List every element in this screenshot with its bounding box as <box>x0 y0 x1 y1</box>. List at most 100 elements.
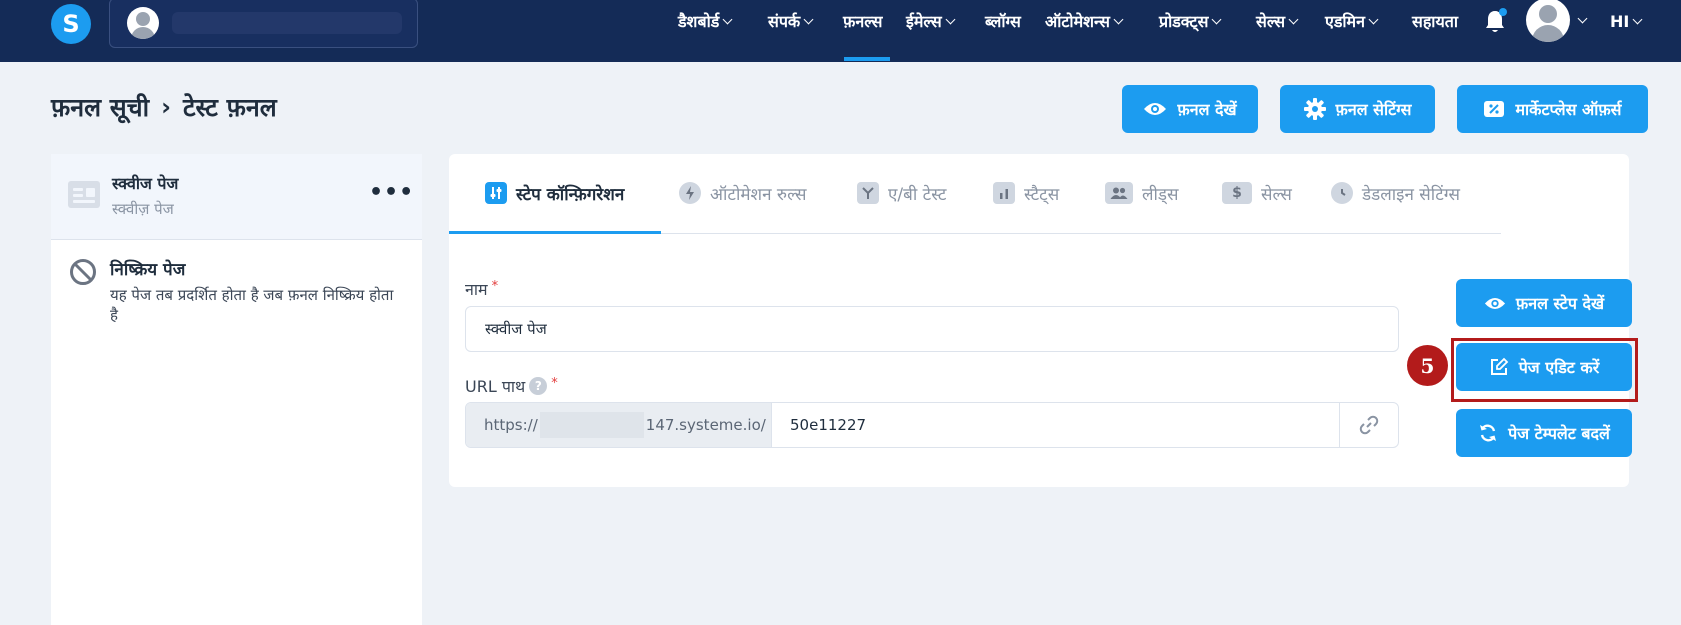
tab-leads[interactable]: लीड्स <box>1105 181 1179 205</box>
url-path-label: URL पाथ ? * <box>465 375 558 397</box>
nav-label: ऑटोमेशन्स <box>1045 12 1110 31</box>
dollar-icon: $ <box>1222 182 1252 204</box>
chevron-down-icon <box>803 14 814 24</box>
tab-sales[interactable]: $ सेल्स <box>1222 181 1292 205</box>
nav-item-sales[interactable]: सेल्स <box>1256 10 1299 32</box>
user-avatar[interactable] <box>1526 0 1570 42</box>
breadcrumb-funnel-list[interactable]: फ़नल सूची <box>51 90 149 124</box>
step-tabs: स्टेप कॉन्फ़िगरेशन ऑटोमेशन रुल्स ए/बी टे… <box>449 154 1501 234</box>
view-funnel-label: फ़नल देखें <box>1177 100 1237 119</box>
name-input-value: स्क्वीज पेज <box>485 320 547 338</box>
users-icon <box>1105 182 1133 204</box>
breadcrumb-current-funnel: टेस्ट फ़नल <box>182 93 277 122</box>
step-highlight-box <box>1451 338 1638 402</box>
nav-label: डैशबोर्ड <box>678 12 720 31</box>
step-config-panel: स्टेप कॉन्फ़िगरेशन ऑटोमेशन रुल्स ए/बी टे… <box>449 154 1629 487</box>
change-page-template-label: पेज टेम्पलेट बदलें <box>1508 424 1610 443</box>
funnel-steps-panel: स्क्वीज पेज स्क्वीज़ पेज ••• निष्क्रिय प… <box>51 154 422 625</box>
main-nav: डैशबोर्ड संपर्क फ़नल्स ईमेल्स ब्लॉग्स ऑट… <box>0 0 1681 62</box>
nav-active-indicator <box>844 57 890 61</box>
eye-icon <box>1484 297 1505 309</box>
nav-label: प्रोडक्ट्स <box>1159 12 1209 31</box>
url-prefix-protocol: https:// <box>484 416 538 434</box>
marketplace-offers-button[interactable]: मार्केटप्लेस ऑफ़र्स <box>1457 85 1648 133</box>
nav-item-automations[interactable]: ऑटोमेशन्स <box>1045 10 1124 32</box>
chevron-down-icon <box>945 14 956 24</box>
tab-label: स्टैट्स <box>1024 184 1060 205</box>
nav-item-dashboard[interactable]: डैशबोर्ड <box>678 10 733 32</box>
funnel-settings-label: फ़नल सेटिंग्स <box>1335 100 1412 119</box>
url-subdomain-redacted <box>539 412 644 438</box>
step-title: स्क्वीज पेज <box>112 174 179 193</box>
name-label-text: नाम <box>465 280 488 299</box>
nav-item-emails[interactable]: ईमेल्स <box>906 10 956 32</box>
view-funnel-button[interactable]: फ़नल देखें <box>1122 85 1258 133</box>
link-icon <box>1359 415 1379 435</box>
split-icon <box>857 182 879 204</box>
nav-item-blogs[interactable]: ब्लॉग्स <box>985 10 1021 32</box>
tab-stats[interactable]: स्टैट्स <box>993 181 1059 205</box>
language-label: HI <box>1610 11 1630 31</box>
name-field-label: नाम * <box>465 278 498 300</box>
nav-item-help[interactable]: सहायता <box>1412 10 1458 32</box>
bar-chart-icon <box>993 182 1015 204</box>
ban-icon <box>70 259 96 285</box>
change-page-template-button[interactable]: पेज टेम्पलेट बदलें <box>1456 409 1632 457</box>
marketplace-offers-label: मार्केटप्लेस ऑफ़र्स <box>1515 100 1622 119</box>
tab-deadline-settings[interactable]: डेडलाइन सेटिंग्स <box>1331 181 1460 205</box>
top-navbar: S डैशबोर्ड संपर्क फ़नल्स ईमेल्स ब्लॉग्स … <box>0 0 1681 62</box>
tab-label: लीड्स <box>1142 184 1179 205</box>
bolt-icon <box>679 182 701 204</box>
help-icon[interactable]: ? <box>529 377 548 395</box>
tab-step-configuration[interactable]: स्टेप कॉन्फ़िगरेशन <box>485 181 624 205</box>
nav-label: सेल्स <box>1256 12 1286 31</box>
nav-item-products[interactable]: प्रोडक्ट्स <box>1159 10 1222 32</box>
inactive-page-description: यह पेज तब प्रदर्शित होता है जब फ़नल निष्… <box>110 286 394 324</box>
ticket-icon <box>1484 101 1505 117</box>
funnel-settings-button[interactable]: फ़नल सेटिंग्स <box>1280 85 1435 133</box>
name-input[interactable]: स्क्वीज पेज <box>465 306 1399 352</box>
url-path-field: https:// 147.systeme.io/ 50e11227 <box>465 402 1399 448</box>
required-mark: * <box>551 375 558 391</box>
breadcrumb: फ़नल सूची › टेस्ट फ़नल <box>51 90 277 124</box>
chevron-down-icon <box>1368 14 1379 24</box>
nav-item-admin[interactable]: एडमिन <box>1325 10 1379 32</box>
nav-label: फ़नल्स <box>843 12 883 31</box>
tab-label: डेडलाइन सेटिंग्स <box>1362 184 1461 205</box>
funnel-step-item[interactable]: स्क्वीज पेज स्क्वीज़ पेज ••• <box>51 154 422 240</box>
chevron-down-icon[interactable] <box>1577 13 1588 24</box>
nav-label: संपर्क <box>768 12 801 31</box>
url-slug-input[interactable]: 50e11227 <box>772 403 1339 447</box>
sliders-icon <box>485 182 507 204</box>
url-slug-value: 50e11227 <box>790 416 867 434</box>
url-prefix-domain: 147.systeme.io/ <box>645 416 766 434</box>
url-domain-prefix: https:// 147.systeme.io/ <box>466 403 772 447</box>
clock-icon <box>1331 182 1353 204</box>
inactive-page-title[interactable]: निष्क्रिय पेज <box>110 257 185 280</box>
nav-label: एडमिन <box>1325 12 1366 31</box>
copy-link-button[interactable] <box>1339 403 1398 447</box>
notification-dot <box>1499 8 1507 16</box>
url-label-text: URL पाथ <box>465 377 526 396</box>
nav-label: ब्लॉग्स <box>985 12 1021 31</box>
breadcrumb-separator: › <box>161 93 171 121</box>
nav-label: ईमेल्स <box>906 12 942 31</box>
step-number-badge: 5 <box>1407 345 1448 386</box>
language-selector[interactable]: HI <box>1610 10 1643 32</box>
view-funnel-step-button[interactable]: फ़नल स्टेप देखें <box>1456 279 1632 327</box>
tab-automation-rules[interactable]: ऑटोमेशन रुल्स <box>679 181 806 205</box>
step-menu-button[interactable]: ••• <box>369 180 414 205</box>
tab-label: सेल्स <box>1261 184 1292 205</box>
sync-icon <box>1480 424 1497 442</box>
gear-icon <box>1303 98 1326 120</box>
active-tab-indicator <box>449 231 661 234</box>
nav-item-funnels[interactable]: फ़नल्स <box>843 10 882 32</box>
tab-ab-test[interactable]: ए/बी टेस्ट <box>857 181 946 205</box>
tab-label: ए/बी टेस्ट <box>888 184 947 205</box>
nav-item-contacts[interactable]: संपर्क <box>768 10 814 32</box>
chevron-down-icon <box>1211 14 1222 24</box>
page-thumbnail-icon <box>68 181 100 208</box>
step-type: स्क्वीज़ पेज <box>112 200 174 218</box>
view-funnel-step-label: फ़नल स्टेप देखें <box>1515 294 1605 313</box>
chevron-down-icon <box>1288 14 1299 24</box>
